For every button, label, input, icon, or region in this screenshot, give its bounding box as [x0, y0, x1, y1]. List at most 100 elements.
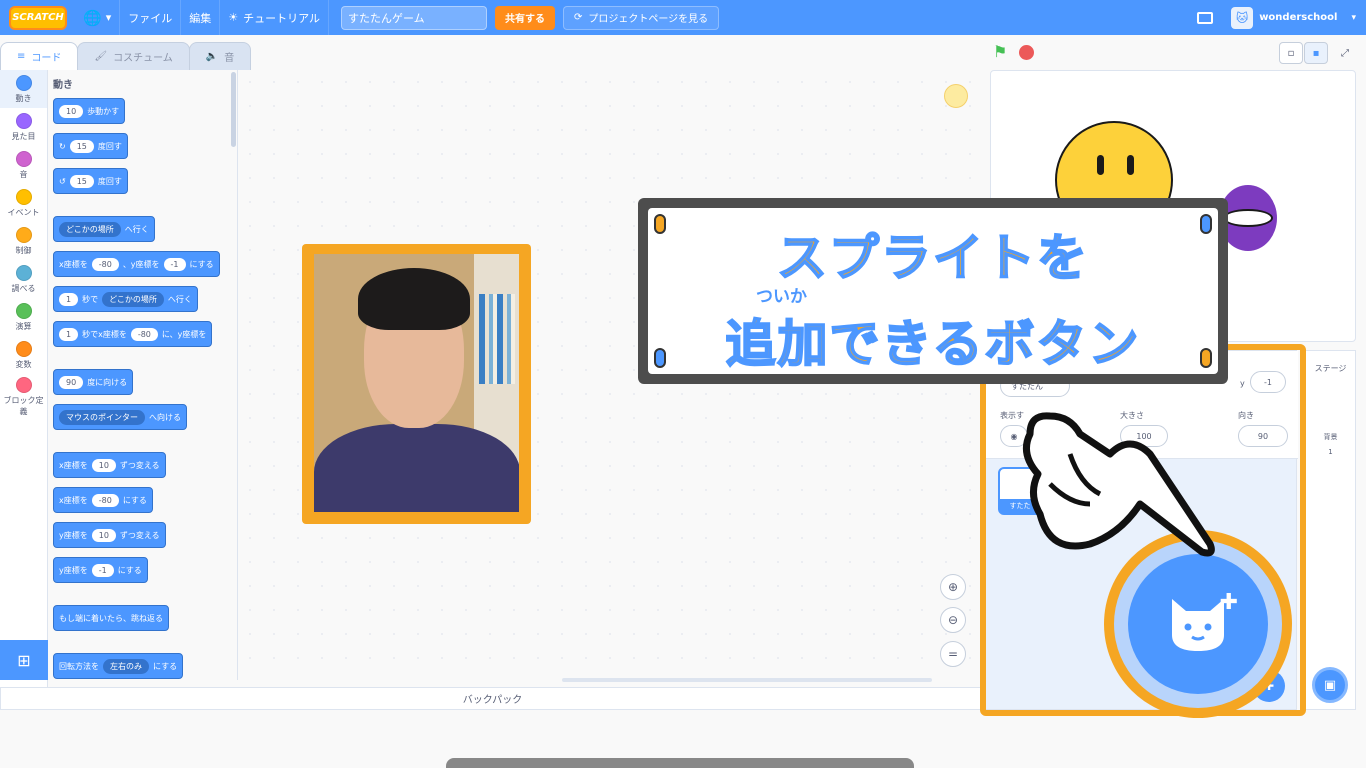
block-input[interactable]: -80 — [91, 493, 119, 507]
block-point-in-direction[interactable]: 90 度に向ける — [53, 369, 134, 395]
see-project-page-button[interactable]: ⟳ プロジェクトページを見る — [562, 5, 720, 30]
block-text: にする — [122, 495, 147, 505]
green-flag-icon[interactable]: ⚑ — [993, 44, 1011, 60]
block-text: 秒でx座標を — [82, 329, 127, 339]
zoom-in-button[interactable]: ⊕ — [940, 574, 966, 600]
block-dropdown[interactable]: どこかの場所 — [102, 291, 164, 307]
block-input[interactable]: 1 — [59, 292, 79, 306]
caption-banner-inner: スプライトを ついか 追加できるボタン — [648, 208, 1218, 374]
block-input[interactable]: 15 — [69, 174, 94, 188]
palette-heading: 動き — [53, 80, 73, 91]
edit-menu[interactable]: 編集 — [181, 0, 221, 35]
block-move-steps[interactable]: 10 歩動かす — [53, 98, 126, 124]
block-change-y[interactable]: y座標を 10 ずつ変える — [53, 522, 166, 548]
block-set-x[interactable]: x座標を -80 にする — [53, 487, 153, 513]
block-go-to-xy[interactable]: x座標を -80 、y座標を -1 にする — [53, 251, 220, 277]
block-text: へ行く — [124, 224, 149, 234]
choose-sprite-button[interactable]: ✚ — [1128, 554, 1268, 694]
block-input[interactable]: 10 — [91, 528, 116, 542]
category-motion[interactable]: 動き — [0, 70, 47, 108]
block-text: にする — [153, 661, 178, 671]
video-progress-handle[interactable] — [446, 758, 914, 768]
backpack[interactable]: バックパック — [0, 687, 985, 710]
tab-sounds[interactable]: 🔈 音 — [188, 42, 252, 70]
tutorial-menu[interactable]: ☀ チュートリアル — [220, 0, 329, 35]
block-dropdown[interactable]: どこかの場所 — [59, 221, 121, 237]
block-set-y[interactable]: y座標を -1 にする — [53, 557, 148, 583]
block-dropdown[interactable]: マウスのポインター — [59, 409, 145, 425]
block-point-towards[interactable]: マウスのポインター へ向ける — [53, 404, 187, 430]
block-glide-to[interactable]: 1 秒で どこかの場所 へ行く — [53, 286, 198, 312]
stop-icon[interactable] — [1019, 45, 1034, 60]
add-extension-button[interactable]: ⊞ — [0, 640, 48, 680]
stage-target-pane[interactable]: ステージ 背景 1 — [1305, 350, 1356, 710]
category-dot — [15, 340, 32, 357]
language-menu[interactable]: 🌐 ▾ — [75, 0, 121, 35]
share-button[interactable]: 共有する — [494, 5, 555, 30]
category-label: 調べる — [11, 283, 36, 293]
small-stage-button[interactable]: ▫ — [1279, 42, 1303, 64]
block-turn-right[interactable]: ↻ 15 度回す — [53, 133, 128, 159]
palette-scrollbar[interactable] — [231, 72, 236, 147]
category-my-blocks[interactable]: ブロック定義 — [0, 374, 47, 420]
block-input[interactable]: 10 — [91, 458, 116, 472]
project-title-input[interactable]: すたたんゲーム — [340, 5, 487, 30]
username[interactable]: wonderschool — [1259, 12, 1337, 23]
fullscreen-button[interactable]: ⤢ — [1333, 42, 1357, 64]
backdrops-label: 背景 — [1323, 433, 1338, 441]
block-input[interactable]: 10 — [59, 104, 84, 118]
block-input[interactable]: -80 — [130, 327, 158, 341]
category-events[interactable]: イベント — [0, 184, 47, 222]
block-text: もし端に着いたら、跳ね返る — [59, 613, 163, 623]
block-dropdown[interactable]: 左右のみ — [103, 658, 149, 674]
small-stage-icon: ▫ — [1287, 47, 1295, 59]
block-bounce-on-edge[interactable]: もし端に着いたら、跳ね返る — [53, 605, 169, 631]
category-variables[interactable]: 変数 — [0, 336, 47, 374]
account-chevron-icon[interactable]: ▾ — [1351, 13, 1356, 23]
tab-costumes[interactable]: 🖌 コスチューム — [77, 42, 190, 70]
zoom-reset-icon: = — [947, 647, 959, 661]
block-input[interactable]: -1 — [163, 257, 186, 271]
fullscreen-icon: ⤢ — [1341, 47, 1349, 59]
category-dot — [15, 150, 32, 167]
avatar[interactable]: 🐱 — [1231, 6, 1254, 29]
block-glide-to-xy[interactable]: 1 秒でx座標を -80 に、y座標を — [53, 321, 213, 347]
monster-eyes — [1223, 209, 1273, 227]
block-go-to[interactable]: どこかの場所 へ行く — [53, 216, 155, 242]
speaker-icon: 🔈 — [205, 51, 219, 62]
zoom-reset-button[interactable]: = — [940, 641, 966, 667]
scratch-logo[interactable]: SCRATCH — [9, 5, 67, 30]
file-menu[interactable]: ファイル — [120, 0, 182, 35]
zoom-out-button[interactable]: ⊖ — [940, 607, 966, 633]
editor-tabs: ≡ コード 🖌 コスチューム 🔈 音 — [0, 42, 252, 70]
block-input[interactable]: -1 — [91, 563, 114, 577]
block-input[interactable]: 15 — [69, 139, 94, 153]
chevron-down-icon: ▾ — [105, 11, 112, 24]
large-stage-button[interactable]: ▪ — [1304, 42, 1328, 64]
workspace-scrollbar[interactable] — [562, 678, 932, 682]
block-input[interactable]: 90 — [59, 375, 84, 389]
my-stuff-folder-icon[interactable] — [1197, 11, 1214, 24]
block-input[interactable]: 1 — [59, 327, 79, 341]
category-label: 音 — [19, 169, 28, 179]
category-dot — [15, 264, 32, 281]
category-dot — [15, 377, 32, 393]
category-looks[interactable]: 見た目 — [0, 108, 47, 146]
category-label: ブロック定義 — [3, 396, 44, 416]
sprite-eye — [1127, 155, 1134, 175]
block-text: にする — [189, 259, 214, 269]
category-sensing[interactable]: 調べる — [0, 260, 47, 298]
block-change-x[interactable]: x座標を 10 ずつ変える — [53, 452, 166, 478]
block-text: 度回す — [97, 141, 122, 151]
category-control[interactable]: 制御 — [0, 222, 47, 260]
block-set-rotation-style[interactable]: 回転方法を 左右のみ にする — [53, 653, 184, 679]
category-sound[interactable]: 音 — [0, 146, 47, 184]
tab-code[interactable]: ≡ コード — [0, 42, 79, 70]
category-operators[interactable]: 演算 — [0, 298, 47, 336]
block-input[interactable]: -80 — [91, 257, 119, 271]
choose-backdrop-button[interactable]: ▣ — [1312, 667, 1348, 703]
block-text: へ向ける — [149, 412, 181, 422]
books — [479, 294, 515, 384]
menu-bar: SCRATCH 🌐 ▾ ファイル 編集 ☀ チュートリアル すたたんゲーム 共有… — [0, 0, 1366, 35]
block-turn-left[interactable]: ↺ 15 度回す — [53, 168, 128, 194]
